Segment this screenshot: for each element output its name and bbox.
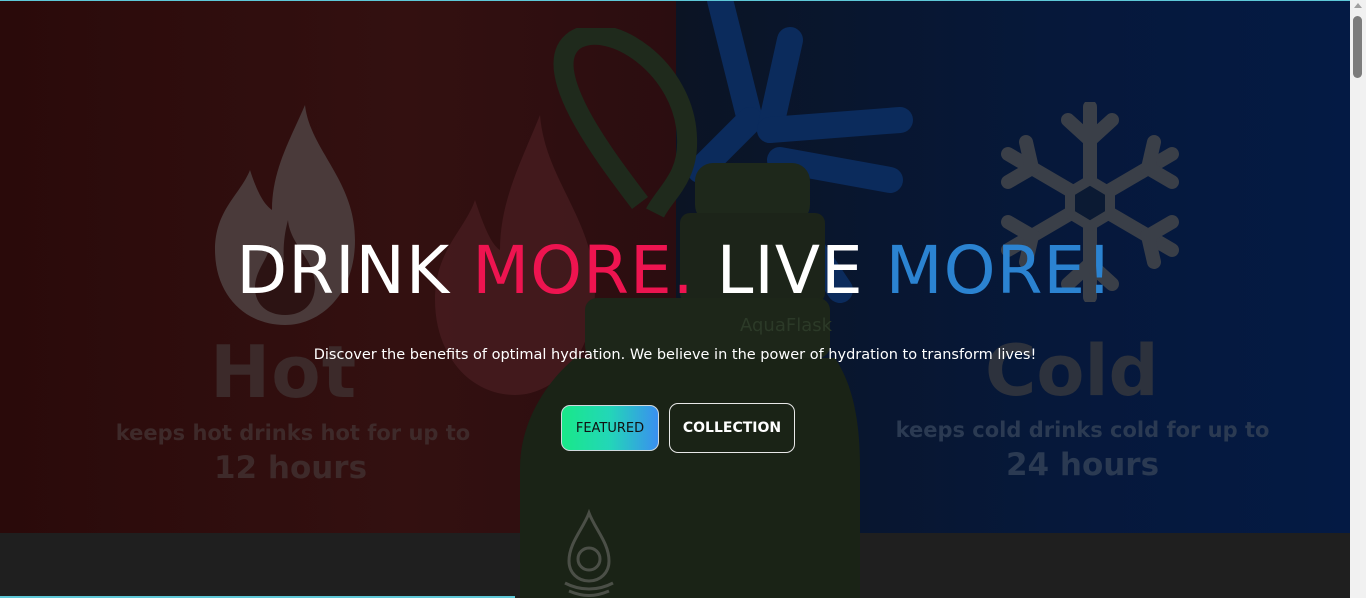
collection-button[interactable]: COLLECTION bbox=[669, 403, 795, 453]
scrollbar-thumb[interactable] bbox=[1353, 16, 1362, 78]
featured-button[interactable]: FEATURED bbox=[561, 405, 659, 451]
hero-subtitle: Discover the benefits of optimal hydrati… bbox=[313, 347, 1037, 363]
scroll-up-arrow-icon[interactable] bbox=[1354, 3, 1362, 8]
hero-title-live: LIVE bbox=[694, 232, 886, 309]
hot-subtitle: keeps hot drinks hot for up to bbox=[115, 421, 471, 445]
cold-hours: 24 hours bbox=[1005, 447, 1160, 483]
hero-title: DRINK MORE. LIVE MORE! bbox=[0, 232, 1350, 309]
hot-title: Hot bbox=[210, 330, 358, 414]
hero-title-drink: DRINK bbox=[236, 232, 473, 309]
bottle-brand: AquaFlask bbox=[740, 315, 833, 336]
top-accent-line bbox=[0, 0, 1350, 1]
hero-title-more-blue: MORE! bbox=[885, 232, 1114, 309]
hot-hours: 12 hours bbox=[213, 450, 368, 486]
cold-title: Cold bbox=[985, 330, 1159, 412]
water-bottle-image: AquaFlask bbox=[520, 28, 860, 598]
vertical-scrollbar[interactable] bbox=[1350, 0, 1366, 598]
hero-title-more-pink: MORE. bbox=[472, 232, 695, 309]
hero-section: Hot keeps hot drinks hot for up to 12 ho… bbox=[0, 0, 1366, 598]
cold-subtitle: keeps cold drinks cold for up to bbox=[895, 418, 1270, 442]
